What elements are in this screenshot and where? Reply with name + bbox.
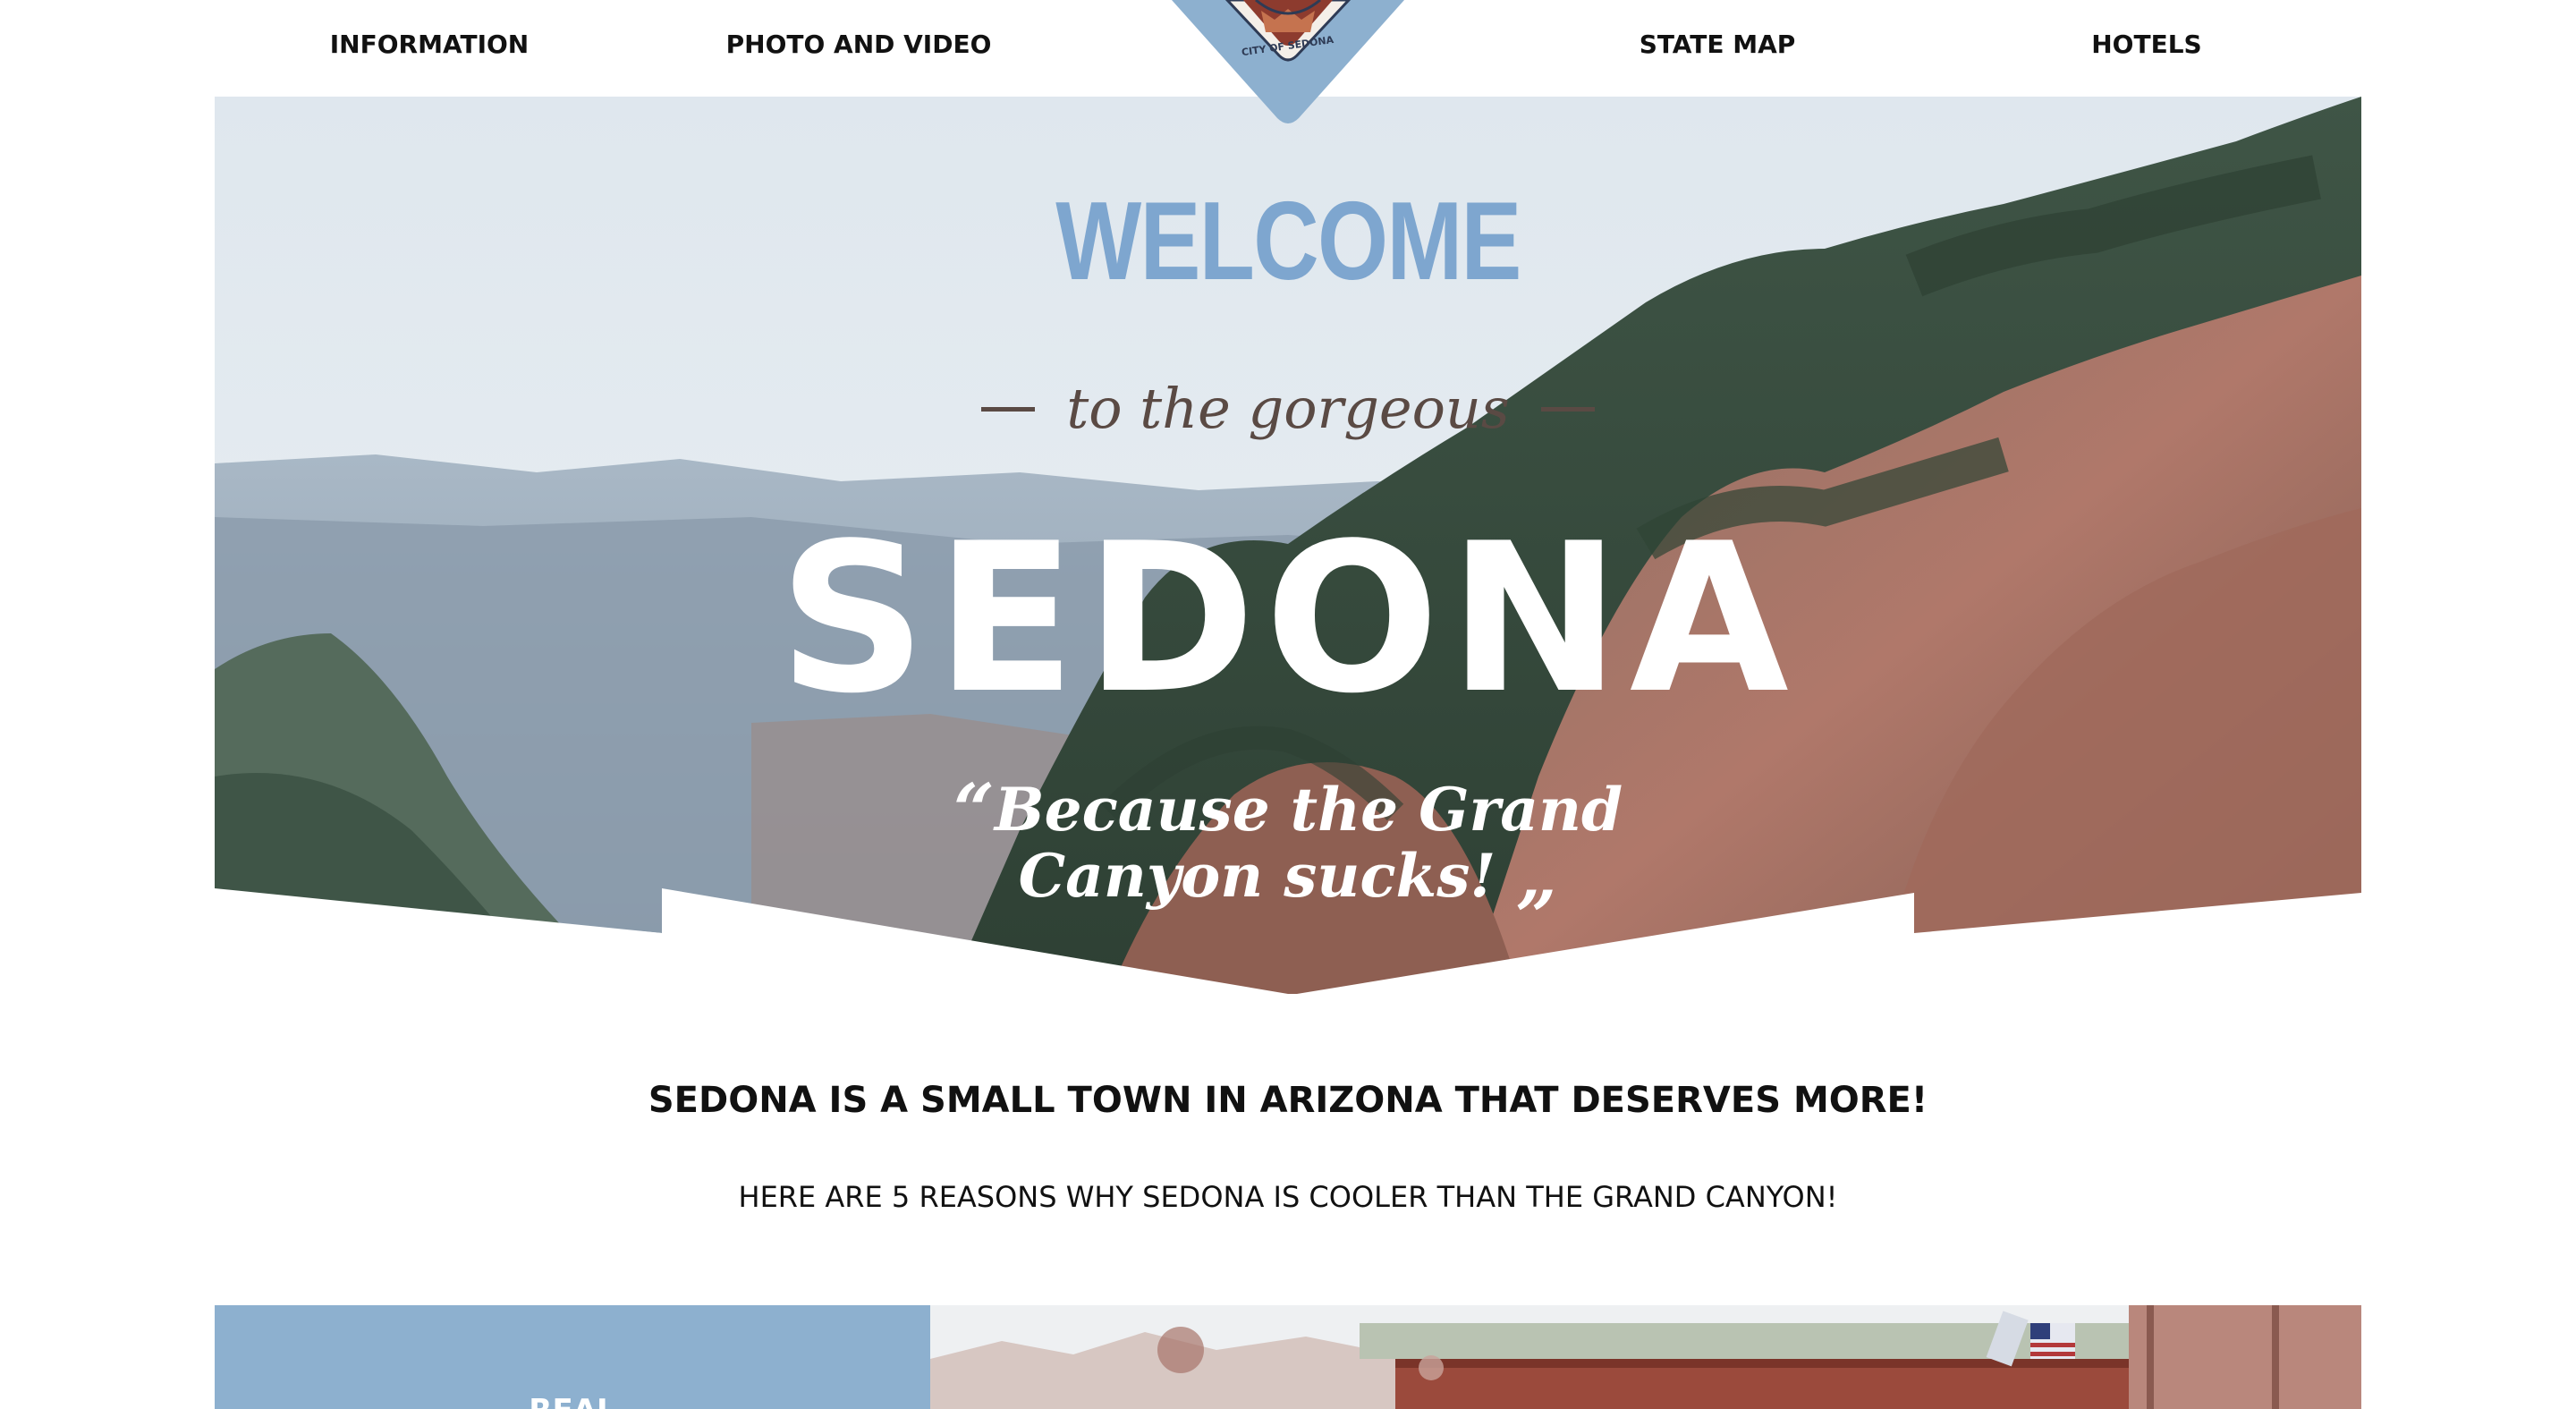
- hero-subtitle-row: to the gorgeous: [215, 381, 2361, 453]
- nav-item-photo-and-video[interactable]: PHOTO AND VIDEO: [644, 30, 1073, 59]
- hero-quote: “Because the Grand Canyon sucks! „: [215, 774, 2361, 912]
- hero-subtitle: to the gorgeous: [1066, 376, 1510, 441]
- hero-welcome-text: WELCOME: [1055, 180, 1521, 303]
- nav-item-state-map[interactable]: STATE MAP: [1503, 30, 1932, 59]
- hero-banner: WELCOME to the gorgeous SEDONA “Because …: [215, 97, 2361, 994]
- reason-card[interactable]: REAL: [215, 1305, 930, 1409]
- quote-open-mark: “: [953, 768, 995, 852]
- quote-line-2: Canyon sucks!: [1018, 841, 1496, 911]
- town-street-image: [930, 1305, 2361, 1409]
- intro-headline: SEDONA IS A SMALL TOWN IN ARIZONA THAT D…: [648, 1080, 1928, 1121]
- intro-subheadline: HERE ARE 5 REASONS WHY SEDONA IS COOLER …: [738, 1180, 1838, 1214]
- city-of-sedona-logo[interactable]: CITY OF SEDONA: [1163, 0, 1413, 125]
- nav-item-hotels[interactable]: HOTELS: [1932, 30, 2361, 59]
- reason-photo: [930, 1305, 2361, 1409]
- subtitle-dash-left: [981, 406, 1036, 412]
- reason-title: REAL: [215, 1393, 930, 1409]
- nav-item-information[interactable]: INFORMATION: [215, 30, 644, 59]
- hero-title: SEDONA: [778, 500, 1798, 739]
- subtitle-dash-right: [1540, 406, 1595, 412]
- logo-badge-icon: CITY OF SEDONA: [1172, 0, 1404, 123]
- quote-close-mark: „: [1516, 834, 1558, 918]
- page: INFORMATION PHOTO AND VIDEO STATE MAP HO…: [0, 0, 2576, 1409]
